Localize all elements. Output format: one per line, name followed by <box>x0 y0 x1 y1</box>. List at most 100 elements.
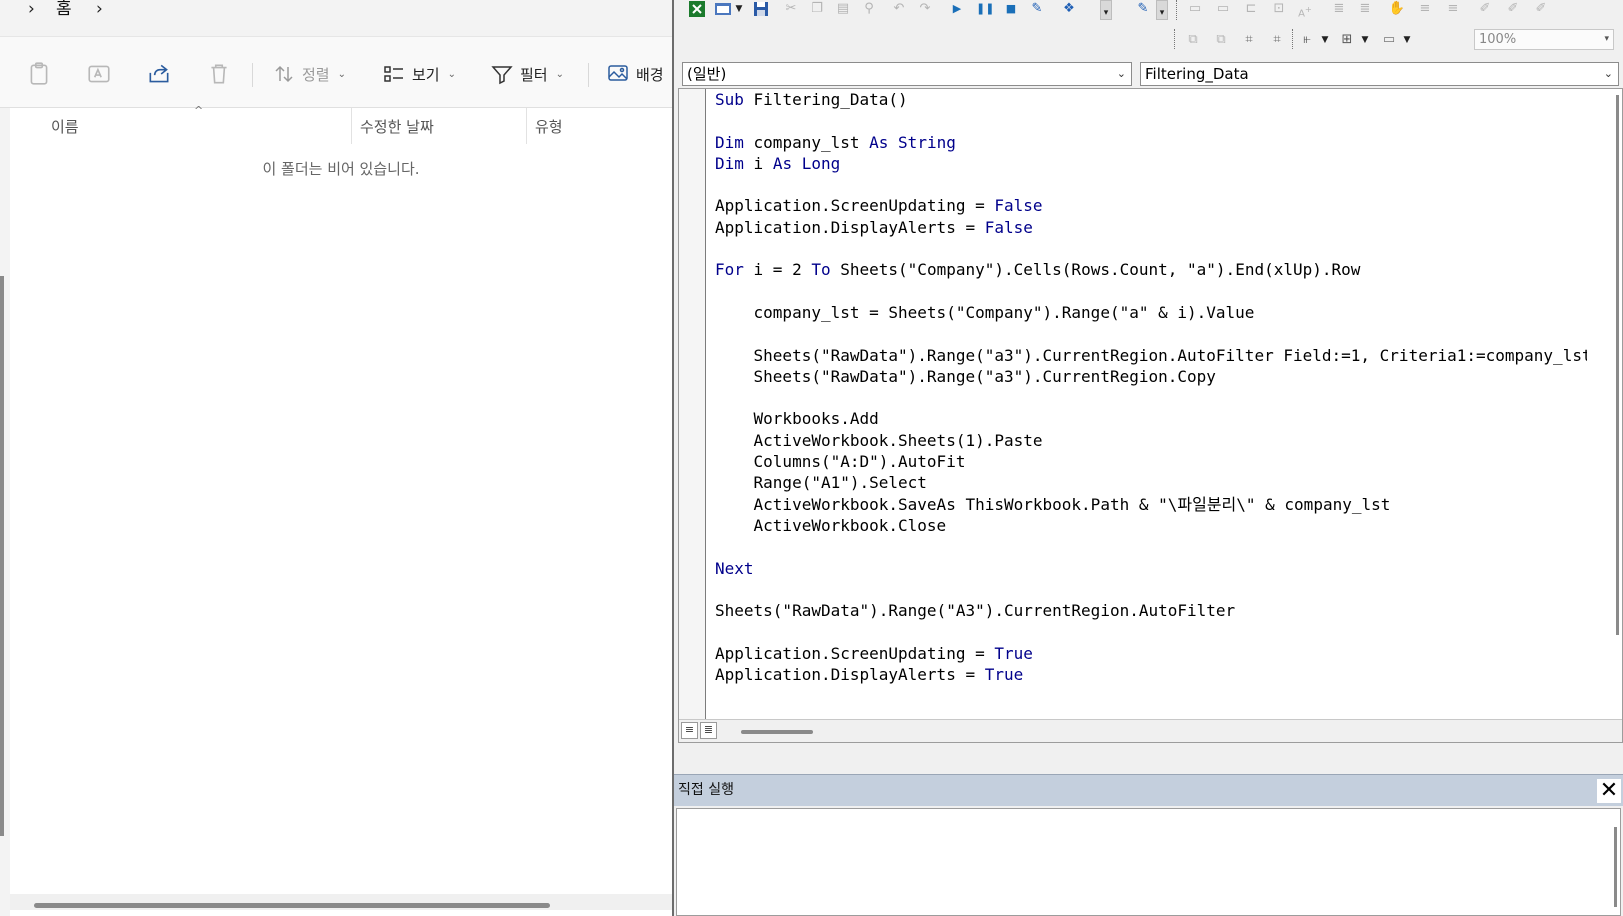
code-line[interactable] <box>715 281 1587 302</box>
file-list[interactable]: ^ 이름 수정한 날짜 유형 이 폴더는 비어 있습니다. <box>10 104 672 916</box>
run-icon[interactable]: ▶ <box>948 0 966 18</box>
edit-toolbar-icon[interactable]: ✎ <box>1134 0 1152 18</box>
code-line[interactable]: company_lst = Sheets("Company").Range("a… <box>715 302 1587 323</box>
paste-icon[interactable] <box>26 61 52 87</box>
code-line[interactable]: Range("A1").Select <box>715 472 1587 493</box>
background-button[interactable]: 배경 <box>606 59 664 89</box>
code-window[interactable]: Sub Filtering_Data() Dim company_lst As … <box>678 88 1623 743</box>
immediate-window[interactable] <box>676 808 1621 916</box>
make-same-size-icon[interactable]: ▭ <box>1380 31 1398 49</box>
parameter-info-icon[interactable]: ⊡ <box>1270 0 1288 18</box>
column-divider[interactable] <box>526 108 527 144</box>
code-line[interactable]: ActiveWorkbook.SaveAs ThisWorkbook.Path … <box>715 494 1587 515</box>
column-header-name[interactable]: 이름 <box>51 116 79 137</box>
align-icon[interactable]: ⫦ <box>1298 31 1316 49</box>
toolbar-grip[interactable] <box>1292 29 1295 49</box>
group-icon[interactable]: ⌗ <box>1240 31 1258 49</box>
code-line[interactable]: Application.DisplayAlerts = False <box>715 217 1587 238</box>
code-line[interactable]: Application.DisplayAlerts = True <box>715 664 1587 685</box>
next-bookmark-icon[interactable]: ✐ <box>1504 0 1522 18</box>
code-line[interactable]: ActiveWorkbook.Close <box>715 515 1587 536</box>
chevron-down-icon[interactable]: ▼ <box>1398 31 1416 49</box>
paste-icon[interactable]: ▤ <box>834 0 852 18</box>
design-mode-icon[interactable]: ✎ <box>1028 0 1046 18</box>
code-line[interactable]: Application.ScreenUpdating = False <box>715 195 1587 216</box>
code-line[interactable]: Sheets("RawData").Range("A3").CurrentReg… <box>715 600 1587 621</box>
column-header-type[interactable]: 유형 <box>535 116 563 137</box>
vertical-scrollbar-thumb[interactable] <box>1616 95 1619 635</box>
object-combo[interactable]: (일반) ⌄ <box>682 62 1132 86</box>
vertical-scrollbar[interactable] <box>1608 89 1622 719</box>
outdent-icon[interactable]: ≣ <box>1356 0 1374 18</box>
send-to-back-icon[interactable]: ⧉ <box>1212 31 1230 49</box>
cut-icon[interactable]: ✂ <box>782 0 800 18</box>
code-line[interactable] <box>715 536 1587 557</box>
toolbar-grip[interactable] <box>1176 0 1179 20</box>
sort-button[interactable]: 정렬 ⌄ <box>272 59 346 89</box>
complete-word-icon[interactable]: A+ <box>1296 0 1314 19</box>
code-line[interactable] <box>715 579 1587 600</box>
code-line[interactable] <box>715 174 1587 195</box>
comment-block-icon[interactable]: ≡ <box>1416 0 1434 18</box>
code-line[interactable] <box>715 238 1587 259</box>
zoom-combo[interactable]: 100% ▾ <box>1474 29 1614 50</box>
redo-icon[interactable]: ↷ <box>916 0 934 18</box>
toolbar-grip[interactable] <box>1174 29 1177 49</box>
toolbar-options-dropdown[interactable]: ▾ <box>1156 0 1168 20</box>
share-icon[interactable] <box>146 61 172 87</box>
indent-icon[interactable]: ≣ <box>1330 0 1348 18</box>
close-icon[interactable]: ✕ <box>1597 779 1621 803</box>
bring-to-front-icon[interactable]: ⧉ <box>1184 31 1202 49</box>
code-line[interactable]: Columns("A:D").AutoFit <box>715 451 1587 472</box>
code-line[interactable]: Sheets("RawData").Range("a3").CurrentReg… <box>715 366 1587 387</box>
quick-info-icon[interactable]: ⊏ <box>1242 0 1260 18</box>
ungroup-icon[interactable]: ⌗ <box>1268 31 1286 49</box>
toggle-breakpoint-icon[interactable]: ✋ <box>1388 0 1406 18</box>
filter-button[interactable]: 필터 ⌄ <box>490 59 564 89</box>
list-constants-icon[interactable]: ▭ <box>1214 0 1232 18</box>
code-line[interactable]: Sheets("RawData").Range("a3").CurrentReg… <box>715 345 1587 366</box>
code-line[interactable]: Workbooks.Add <box>715 408 1587 429</box>
breadcrumb-home[interactable]: 홈 <box>56 0 72 18</box>
save-icon[interactable] <box>752 0 770 18</box>
code-line[interactable] <box>715 110 1587 131</box>
chevron-down-icon[interactable]: ▼ <box>1316 31 1334 49</box>
uncomment-block-icon[interactable]: ≡ <box>1444 0 1462 18</box>
code-line[interactable] <box>715 387 1587 408</box>
code-editor[interactable]: Sub Filtering_Data() Dim company_lst As … <box>715 89 1587 719</box>
full-module-view-icon[interactable]: ≣ <box>700 722 717 739</box>
breadcrumb-chevron-icon[interactable]: › <box>28 0 35 18</box>
list-properties-icon[interactable]: ▭ <box>1186 0 1204 18</box>
code-line[interactable]: Dim company_lst As String <box>715 132 1587 153</box>
undo-icon[interactable]: ↶ <box>890 0 908 18</box>
previous-bookmark-icon[interactable]: ✐ <box>1532 0 1550 18</box>
toggle-bookmark-icon[interactable]: ✐ <box>1476 0 1494 18</box>
horizontal-scrollbar-thumb[interactable] <box>34 903 550 908</box>
vertical-scrollbar-thumb[interactable] <box>1614 827 1617 907</box>
column-header-modified[interactable]: 수정한 날짜 <box>360 116 434 137</box>
code-line[interactable]: ActiveWorkbook.Sheets(1).Paste <box>715 430 1587 451</box>
code-line[interactable] <box>715 323 1587 344</box>
code-line[interactable]: Next <box>715 558 1587 579</box>
project-explorer-icon[interactable]: ❖ <box>1060 0 1078 18</box>
rename-icon[interactable] <box>86 61 112 87</box>
toolbar-options-dropdown[interactable]: ▾ <box>1100 0 1112 20</box>
break-icon[interactable]: ❚❚ <box>976 0 994 18</box>
procedure-combo[interactable]: Filtering_Data ⌄ <box>1140 62 1619 86</box>
delete-icon[interactable] <box>206 61 232 87</box>
view-button[interactable]: 보기 ⌄ <box>382 59 456 89</box>
find-icon[interactable]: ⚲ <box>860 0 878 18</box>
copy-icon[interactable]: ❐ <box>808 0 826 18</box>
code-line[interactable] <box>715 621 1587 642</box>
breadcrumb-chevron-icon[interactable]: › <box>96 0 103 18</box>
excel-icon[interactable] <box>688 0 706 18</box>
navigation-pane-scrollbar[interactable] <box>0 276 4 836</box>
column-divider[interactable] <box>351 108 352 144</box>
code-line[interactable]: For i = 2 To Sheets("Company").Cells(Row… <box>715 259 1587 280</box>
horizontal-scrollbar-thumb[interactable] <box>741 730 813 734</box>
code-line[interactable]: Application.ScreenUpdating = True <box>715 643 1587 664</box>
reset-icon[interactable]: ■ <box>1002 0 1020 18</box>
chevron-down-icon[interactable]: ▼ <box>1356 31 1374 49</box>
procedure-view-icon[interactable]: ≡ <box>681 722 698 739</box>
code-line[interactable]: Sub Filtering_Data() <box>715 89 1587 110</box>
